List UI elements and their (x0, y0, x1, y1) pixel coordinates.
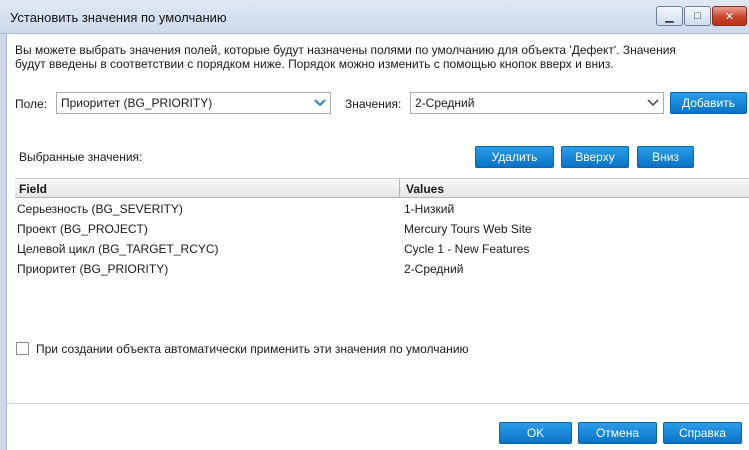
table-row[interactable]: Серьезность (BG_SEVERITY) 1-Низкий (15, 199, 749, 219)
values-label: Значения: (345, 97, 402, 111)
help-button[interactable]: Справка (663, 422, 742, 444)
column-divider[interactable] (399, 179, 400, 198)
row-field: Целевой цикл (BG_TARGET_RCYC) (17, 242, 219, 256)
description-line-2: будут введены в соответствии с порядком … (15, 57, 614, 71)
column-header-field[interactable]: Field (19, 182, 47, 196)
row-field: Приоритет (BG_PRIORITY) (17, 262, 169, 276)
title-bar: Установить значения по умолчанию ▁ □ ✕ (0, 0, 749, 34)
description-text: Вы можете выбрать значения полей, которы… (15, 43, 743, 71)
chevron-down-icon[interactable] (310, 93, 330, 113)
footer-divider (7, 403, 749, 404)
field-label: Поле: (15, 97, 48, 111)
row-field: Серьезность (BG_SEVERITY) (17, 202, 183, 216)
row-value: Cycle 1 - New Features (404, 242, 530, 256)
selected-values-label: Выбранные значения: (19, 150, 143, 164)
description-line-1: Вы можете выбрать значения полей, которы… (15, 43, 676, 57)
move-down-button[interactable]: Вниз (637, 146, 694, 168)
selected-values-table: Field Values Серьезность (BG_SEVERITY) 1… (15, 178, 749, 328)
field-select-value: Приоритет (BG_PRIORITY) (61, 96, 213, 110)
row-value: Mercury Tours Web Site (404, 222, 532, 236)
add-button[interactable]: Добавить (670, 92, 747, 114)
table-row[interactable]: Целевой цикл (BG_TARGET_RCYC) Cycle 1 - … (15, 239, 749, 259)
values-select[interactable]: 2-Средний (410, 92, 664, 114)
cancel-button[interactable]: Отмена (578, 422, 657, 444)
ok-button[interactable]: OK (499, 422, 572, 444)
row-value: 1-Низкий (404, 202, 455, 216)
auto-apply-checkbox[interactable] (16, 342, 29, 355)
column-header-values[interactable]: Values (406, 182, 444, 196)
move-up-button[interactable]: Вверху (561, 146, 629, 168)
chevron-down-icon[interactable] (643, 93, 663, 113)
values-select-value: 2-Средний (415, 96, 475, 110)
row-value: 2-Средний (404, 262, 464, 276)
close-button[interactable]: ✕ (712, 6, 747, 26)
table-row[interactable]: Проект (BG_PROJECT) Mercury Tours Web Si… (15, 219, 749, 239)
window-frame-left (0, 34, 7, 450)
maximize-icon: □ (694, 10, 701, 22)
minimize-button[interactable]: ▁ (656, 6, 683, 26)
minimize-icon: ▁ (665, 10, 674, 23)
field-select[interactable]: Приоритет (BG_PRIORITY) (56, 92, 331, 114)
auto-apply-label[interactable]: При создании объекта автоматически приме… (36, 342, 469, 356)
close-icon: ✕ (724, 10, 735, 23)
table-header: Field Values (15, 178, 749, 198)
table-row[interactable]: Приоритет (BG_PRIORITY) 2-Средний (15, 259, 749, 279)
remove-button[interactable]: Удалить (475, 146, 554, 168)
window-title: Установить значения по умолчанию (10, 10, 227, 25)
row-field: Проект (BG_PROJECT) (17, 222, 148, 236)
maximize-button[interactable]: □ (684, 6, 711, 26)
